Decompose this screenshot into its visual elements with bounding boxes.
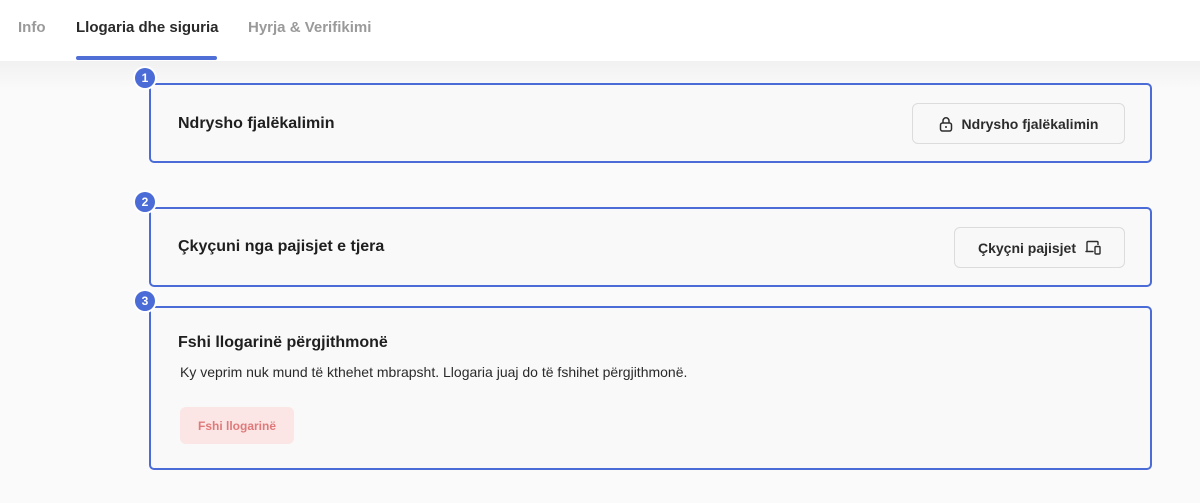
step-badge-1: 1 [135, 68, 155, 88]
logout-devices-card: Çkyçuni nga pajisjet e tjera Çkyçni paji… [149, 207, 1152, 287]
step-badge-2: 2 [135, 192, 155, 212]
tab-login-verification[interactable]: Hyrja & Verifikimi [248, 19, 371, 36]
change-password-card: Ndrysho fjalëkalimin Ndrysho fjalëkalimi… [149, 83, 1152, 163]
change-password-title: Ndrysho fjalëkalimin [178, 115, 335, 132]
logout-devices-title: Çkyçuni nga pajisjet e tjera [178, 238, 385, 255]
step-badge-3: 3 [135, 291, 155, 311]
delete-account-button[interactable]: Fshi llogarinë [180, 407, 294, 444]
tab-account-security[interactable]: Llogaria dhe siguria [76, 19, 219, 36]
active-tab-indicator [76, 56, 217, 60]
delete-account-title: Fshi llogarinë përgjithmonë [178, 334, 388, 351]
logout-devices-button-label: Çkyçni pajisjet [977, 239, 1077, 256]
devices-icon [1085, 240, 1101, 255]
tab-info[interactable]: Info [18, 19, 46, 36]
delete-account-card: Fshi llogarinë përgjithmonë Ky veprim nu… [149, 306, 1152, 470]
settings-content: Ndrysho fjalëkalimin Ndrysho fjalëkalimi… [0, 61, 1200, 503]
change-password-button-label: Ndrysho fjalëkalimin [961, 115, 1099, 132]
tab-bar: Info Llogaria dhe siguria Hyrja & Verifi… [0, 0, 1200, 61]
logout-devices-button[interactable]: Çkyçni pajisjet [954, 227, 1125, 268]
delete-account-description: Ky veprim nuk mund të kthehet mbrapsht. … [180, 364, 688, 380]
lock-icon [939, 116, 953, 132]
change-password-button[interactable]: Ndrysho fjalëkalimin [912, 103, 1125, 144]
